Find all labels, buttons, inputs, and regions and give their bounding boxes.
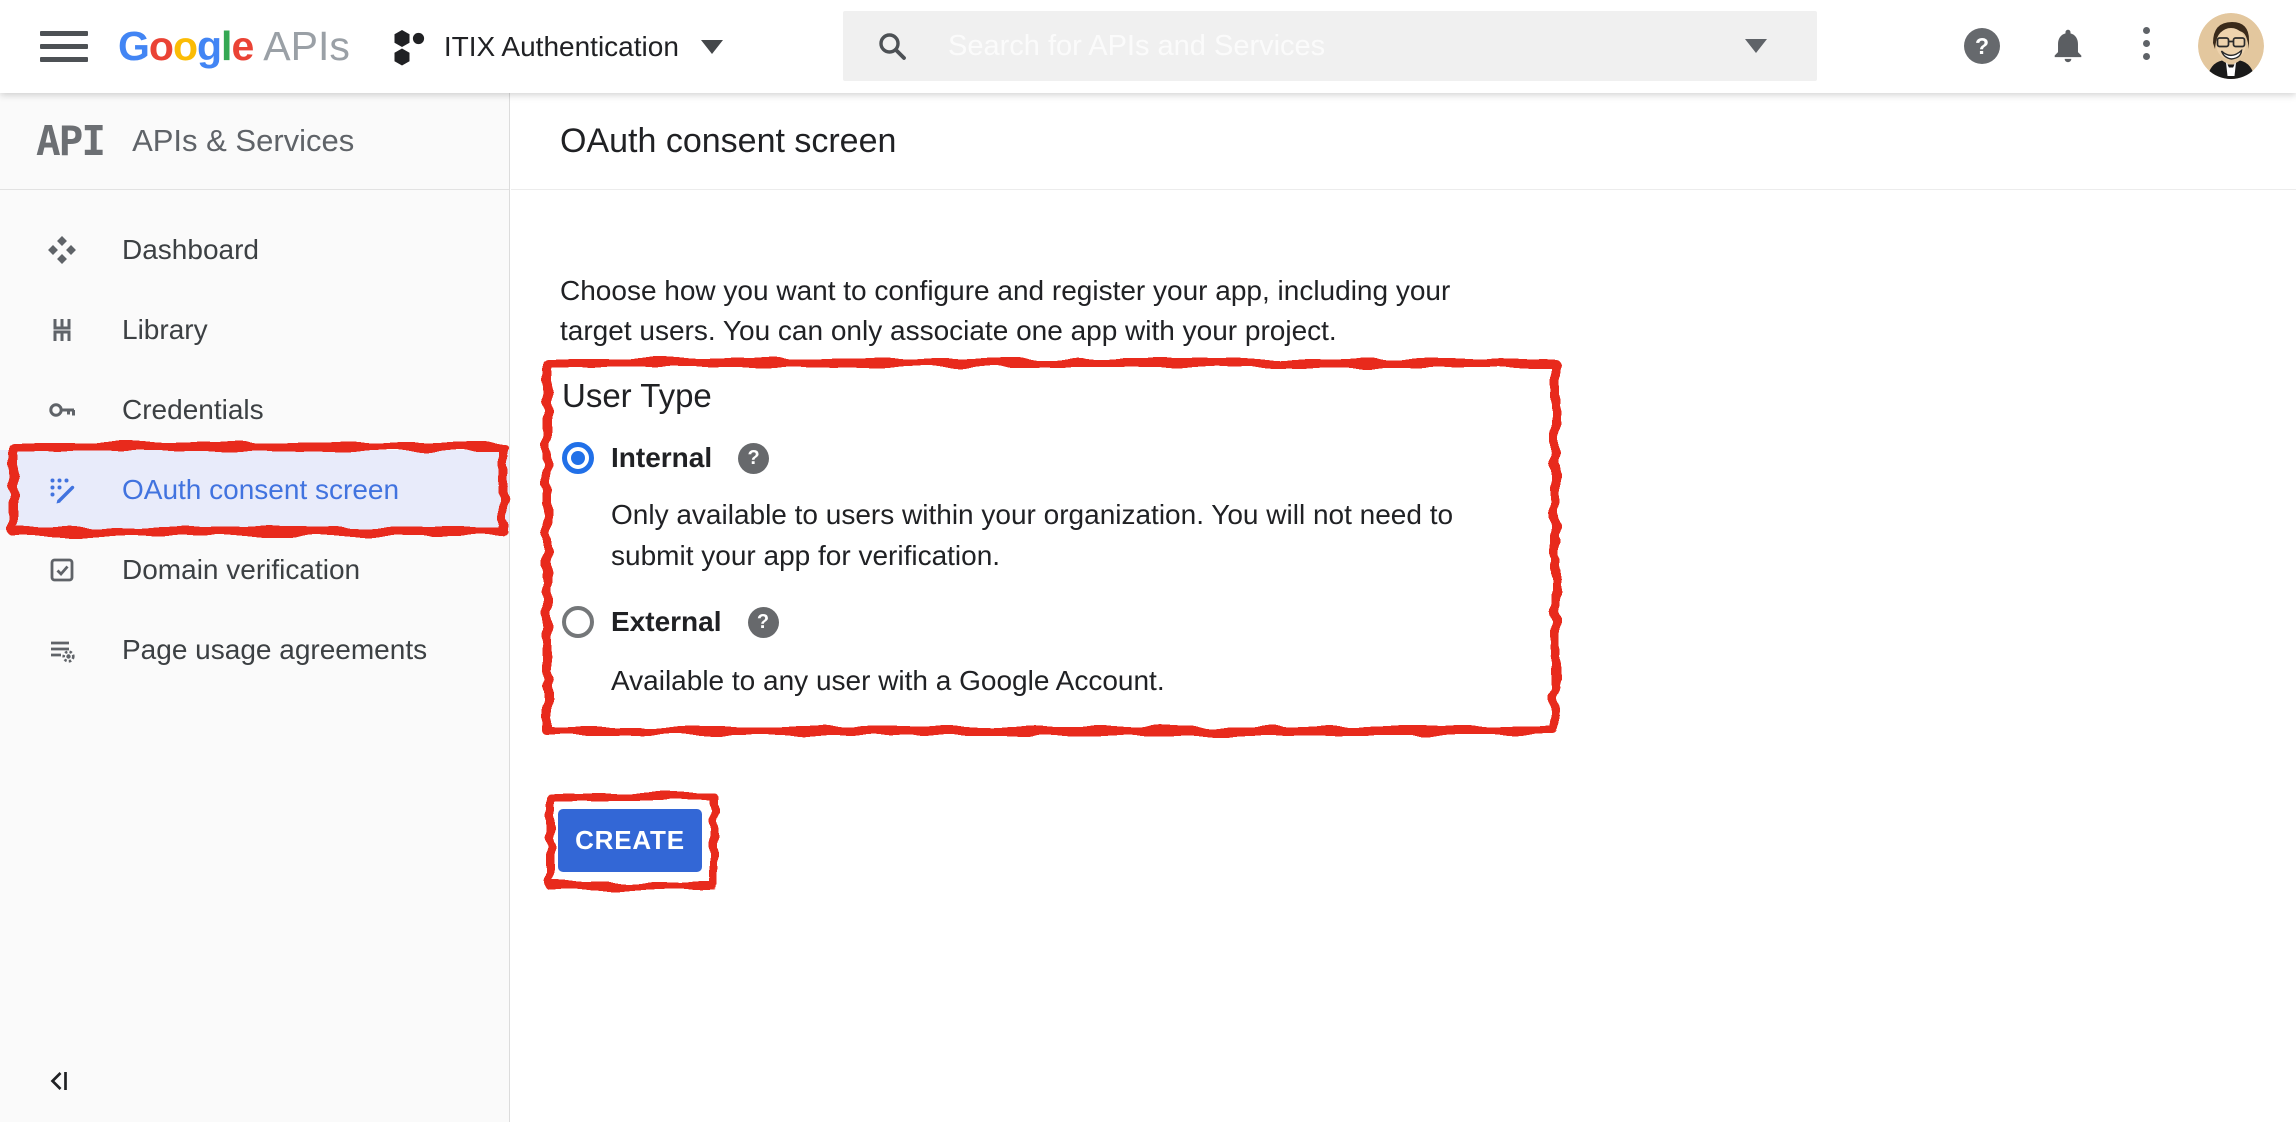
search-bar[interactable] [843,11,1817,81]
internal-description: Only available to users within your orga… [611,494,1542,576]
option-internal: Internal ? [562,442,1542,474]
sidebar-item-label: OAuth consent screen [122,474,399,506]
kebab-menu-icon[interactable] [2143,27,2151,66]
sidebar-item-domain-verification[interactable]: Domain verification [0,530,509,610]
library-icon [47,315,77,345]
api-logo: API [36,117,104,165]
create-button[interactable]: CREATE [558,809,702,872]
intro-text: Choose how you want to configure and reg… [560,271,1450,351]
radio-internal[interactable] [562,442,594,474]
google-logo-letters: Google [118,23,253,70]
external-label[interactable]: External [611,606,722,638]
sidebar: API APIs & Services Dashboard [0,93,510,1122]
search-chevron-down-icon[interactable] [1745,39,1767,53]
page-header: OAuth consent screen [511,93,2296,190]
page-title: OAuth consent screen [560,122,896,161]
sidebar-item-label: Credentials [122,394,264,426]
sidebar-item-oauth-consent-screen[interactable]: OAuth consent screen [0,450,509,530]
help-icon[interactable]: ? [738,443,769,474]
avatar[interactable] [2198,13,2264,79]
option-external: External ? [562,606,1542,638]
menu-icon[interactable] [40,23,88,70]
logo-suffix: APIs [263,23,350,70]
screen: Google APIs ITIX Authentication [0,0,2296,1122]
sidebar-item-label: Library [122,314,208,346]
project-selector[interactable]: ITIX Authentication [392,28,723,66]
project-icon [392,28,428,66]
sidebar-header: API APIs & Services [0,93,509,190]
sidebar-item-label: Dashboard [122,234,259,266]
dashboard-icon [47,235,77,265]
internal-label[interactable]: Internal [611,442,712,474]
external-description: Available to any user with a Google Acco… [611,660,1542,701]
list-gear-icon [47,635,77,665]
sidebar-item-library[interactable]: Library [0,290,509,370]
sidebar-item-page-usage-agreements[interactable]: Page usage agreements [0,610,509,690]
project-name: ITIX Authentication [444,31,679,63]
key-icon [47,395,77,425]
google-apis-logo: Google APIs [118,23,350,70]
sidebar-item-credentials[interactable]: Credentials [0,370,509,450]
oauth-consent-icon [47,475,77,505]
sidebar-title: APIs & Services [132,123,354,159]
search-icon [876,30,908,62]
radio-external[interactable] [562,606,594,638]
sidebar-item-label: Domain verification [122,554,360,586]
sidebar-item-label: Page usage agreements [122,634,427,666]
collapse-chevron-icon[interactable] [47,1066,77,1096]
create-button-area: CREATE [545,792,719,891]
sidebar-nav: Dashboard Library Cred [0,210,509,690]
user-type-section: User Type Internal ? Only available to u… [540,356,1562,738]
sidebar-item-dashboard[interactable]: Dashboard [0,210,509,290]
user-type-heading: User Type [562,377,1542,415]
top-bar: Google APIs ITIX Authentication [0,0,2296,93]
chevron-down-icon [701,40,723,54]
bell-icon[interactable] [2049,27,2087,65]
main-content: OAuth consent screen Choose how you want… [511,93,2296,1122]
domain-verification-icon [47,555,77,585]
help-icon[interactable]: ? [1964,28,2000,64]
search-input[interactable] [946,29,1745,64]
help-icon[interactable]: ? [748,607,779,638]
